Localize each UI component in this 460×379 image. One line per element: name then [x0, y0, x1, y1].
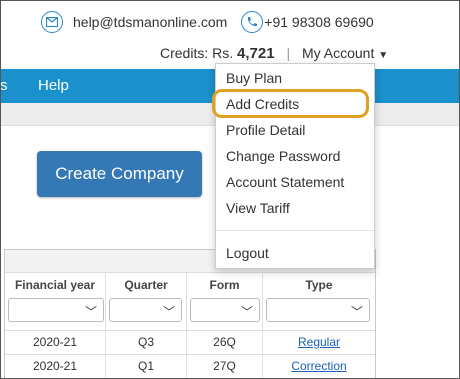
phone-number[interactable]: +91 98308 69690 — [264, 14, 373, 30]
my-account-label: My Account — [301, 45, 375, 61]
menu-item-buy-plan[interactable]: Buy Plan — [226, 70, 282, 86]
caret-down-icon: ▼ — [378, 50, 389, 61]
menu-item-change-password[interactable]: Change Password — [226, 148, 340, 164]
cell-form: 26Q — [213, 335, 236, 349]
chevron-down-icon: ﹀ — [162, 305, 175, 319]
col-type[interactable]: Type — [263, 278, 375, 292]
cell-quarter: Q1 — [137, 359, 154, 373]
chevron-down-icon: ﹀ — [240, 305, 253, 319]
separator: | — [286, 45, 291, 61]
phone-icon — [241, 11, 264, 33]
credits-label: Credits: Rs. — [160, 45, 234, 61]
menu-item-view-tariff[interactable]: View Tariff — [226, 200, 290, 216]
email-link[interactable]: help@tdsmanonline.com — [73, 14, 227, 30]
create-company-button[interactable]: Create Company — [37, 151, 202, 197]
credits-value: 4,721 — [237, 45, 275, 62]
col-form[interactable]: Form — [187, 278, 262, 292]
filter-form[interactable]: ﹀ — [190, 298, 260, 322]
cell-financial-year: 2020-21 — [32, 335, 78, 349]
menu-item-profile-detail[interactable]: Profile Detail — [226, 122, 305, 138]
nav-item-partial[interactable]: s — [1, 69, 8, 103]
table-row: 2020-21 Q1 27Q Correction — [5, 354, 375, 377]
menu-item-account-statement[interactable]: Account Statement — [226, 174, 344, 190]
mail-icon — [41, 11, 63, 33]
col-quarter[interactable]: Quarter — [106, 278, 186, 292]
type-link[interactable]: Regular — [263, 335, 375, 349]
contact-info: help@tdsmanonline.com +91 98308 69690 — [41, 11, 374, 33]
nav-item-help[interactable]: Help — [38, 69, 69, 103]
menu-item-logout[interactable]: Logout — [226, 245, 269, 261]
menu-divider — [216, 230, 374, 231]
cell-quarter: Q3 — [137, 335, 154, 349]
cell-form: 27Q — [213, 359, 236, 373]
app-window: help@tdsmanonline.com +91 98308 69690 Cr… — [0, 0, 460, 379]
table-row: 2020-21 Q3 26Q Regular — [5, 330, 375, 353]
filter-financial-year[interactable]: ﹀ — [8, 298, 104, 322]
chevron-down-icon: ﹀ — [350, 305, 363, 319]
highlight-outline — [212, 89, 369, 118]
type-link[interactable]: Correction — [263, 359, 375, 373]
filter-quarter[interactable]: ﹀ — [109, 298, 182, 322]
account-bar: Credits: Rs. 4,721 | My Account ▼ — [160, 45, 388, 62]
my-account-menu[interactable]: My Account ▼ — [302, 45, 388, 61]
filter-type[interactable]: ﹀ — [266, 298, 370, 322]
chevron-down-icon: ﹀ — [84, 305, 97, 319]
col-financial-year[interactable]: Financial year — [5, 278, 105, 292]
cell-financial-year: 2020-21 — [32, 359, 78, 373]
